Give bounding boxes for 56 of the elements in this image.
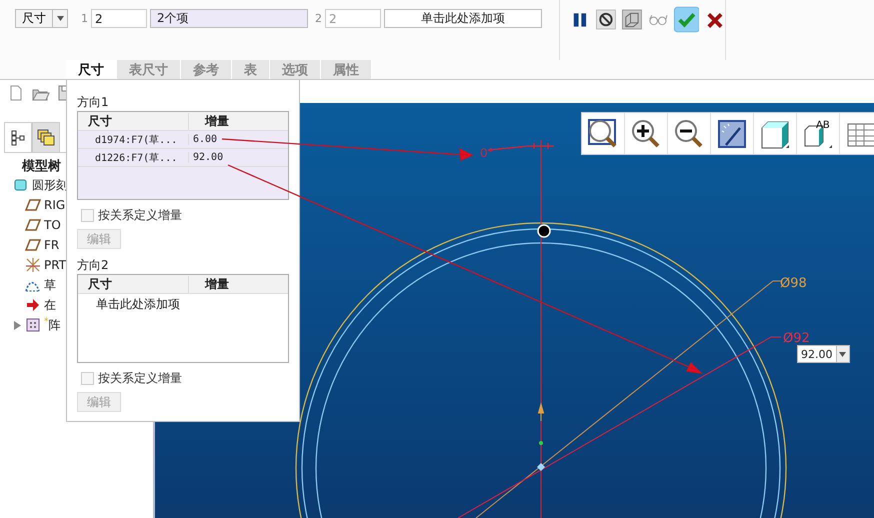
coordinate-system-icon	[25, 257, 41, 273]
arrow-icon	[25, 297, 41, 313]
dimension-label: Ø98	[780, 276, 807, 291]
column-header: 尺寸	[87, 112, 113, 130]
icon-label: AB	[816, 120, 830, 130]
zoom-fit-icon[interactable]	[587, 118, 619, 150]
angle-label: 0°	[480, 146, 494, 160]
caret-icon	[839, 352, 846, 356]
tree-item[interactable]: 在	[44, 296, 56, 314]
panel-tab[interactable]: 尺寸	[66, 60, 117, 79]
arrow-marker	[538, 404, 544, 422]
view-tab[interactable]	[4, 122, 32, 152]
plane-icon	[25, 237, 41, 253]
check-icon[interactable]	[674, 6, 700, 32]
count-field[interactable]: 2	[91, 9, 147, 28]
repaint-icon[interactable]	[716, 118, 748, 150]
tree-item[interactable]: 草	[44, 276, 56, 294]
direction-number: 1	[81, 11, 88, 27]
new-file-icon[interactable]	[8, 85, 24, 101]
column-header: 增量	[188, 276, 288, 292]
tree-item[interactable]: PRT	[44, 258, 66, 272]
caret-icon	[56, 16, 64, 21]
plane-icon	[25, 197, 41, 213]
dimension-label: Ø92	[783, 331, 810, 346]
plane-icon	[25, 217, 41, 233]
direction-number: 2	[315, 11, 322, 27]
table-cell[interactable]: 92.00	[188, 152, 288, 163]
stop-icon[interactable]	[596, 8, 616, 30]
tree-icon	[11, 130, 25, 146]
tree-item[interactable]: RIG	[44, 198, 66, 212]
tree-title: 模型树	[22, 158, 61, 175]
add-item-hint[interactable]: 单击此处添加项	[78, 294, 288, 313]
section-title: 方向2	[77, 257, 109, 274]
point-marker	[539, 441, 543, 445]
table-cell[interactable]: d1226:F7(草...	[78, 150, 188, 164]
part-icon	[13, 177, 29, 193]
zoom-out-icon[interactable]	[673, 118, 705, 150]
point-marker	[537, 224, 551, 238]
view-tab[interactable]	[32, 122, 60, 152]
zoom-in-icon[interactable]	[630, 118, 662, 150]
pattern-icon	[25, 317, 41, 333]
tree-item[interactable]: TO	[44, 218, 61, 232]
preview-icon[interactable]	[622, 8, 642, 30]
layers-icon	[37, 128, 55, 146]
section-title: 方向1	[77, 94, 109, 111]
tree-item[interactable]: $^{*}$阵	[44, 316, 60, 334]
column-header: 增量	[188, 112, 288, 130]
origin-marker	[537, 463, 545, 471]
value-field[interactable]: 92.00	[797, 345, 850, 363]
collector-field[interactable]: 单击此处添加项	[384, 9, 542, 28]
tree-item[interactable]: FR	[44, 238, 60, 252]
collector-field[interactable]: 2个项	[150, 9, 308, 28]
expand-icon[interactable]	[14, 320, 20, 330]
type-dropdown[interactable]: 尺寸	[15, 9, 68, 28]
column-header: 尺寸	[87, 276, 113, 292]
table-cell[interactable]: d1974:F7(草...	[78, 132, 188, 146]
